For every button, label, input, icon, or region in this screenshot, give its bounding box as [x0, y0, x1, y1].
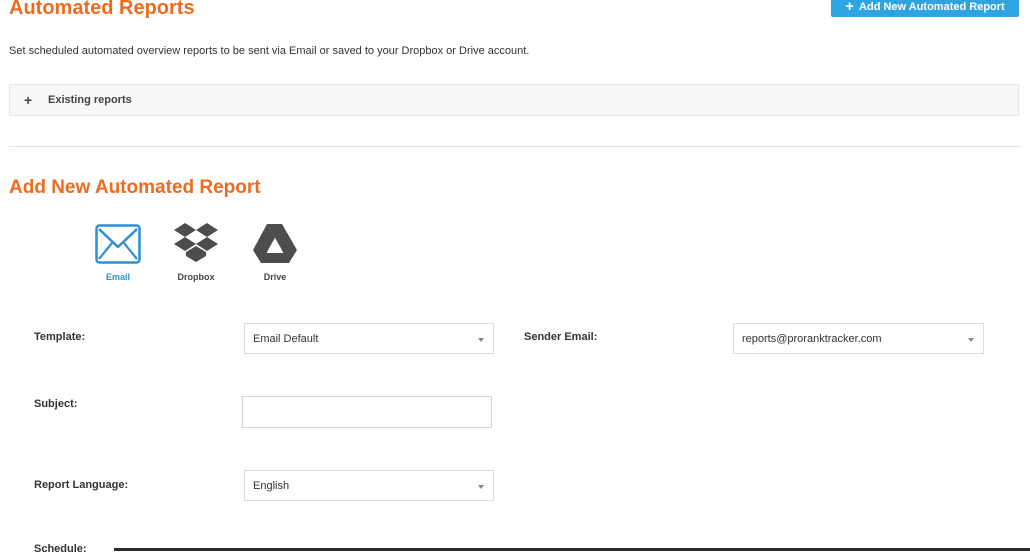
section-divider [9, 146, 1021, 147]
caret-down-icon [478, 485, 484, 489]
page-title: Automated Reports [9, 0, 195, 19]
existing-reports-label: Existing reports [48, 94, 132, 106]
add-button-label: Add New Automated Report [859, 0, 1005, 13]
existing-reports-toggle[interactable]: + Existing reports [9, 84, 1019, 116]
subject-label: Subject: [34, 398, 78, 410]
drive-icon [253, 224, 297, 263]
destination-drive[interactable]: Drive [240, 220, 310, 282]
form-title: Add New Automated Report [9, 177, 261, 198]
add-new-automated-report-button[interactable]: + Add New Automated Report [831, 0, 1019, 17]
destination-email[interactable]: Email [83, 220, 153, 282]
destination-dropbox[interactable]: Dropbox [161, 220, 231, 282]
report-language-value: English [253, 479, 290, 492]
schedule-label: Schedule: [34, 543, 87, 555]
dropbox-icon [174, 223, 218, 262]
destination-label: Email [105, 272, 130, 282]
sender-email-value: reports@proranktracker.com [742, 332, 882, 345]
sender-email-label: Sender Email: [524, 331, 598, 343]
template-label: Template: [34, 331, 86, 343]
report-language-select[interactable]: English [244, 470, 494, 501]
destination-label: Drive [263, 272, 287, 282]
destination-label: Dropbox [177, 272, 215, 282]
report-language-label: Report Language: [34, 479, 129, 491]
page-description: Set scheduled automated overview reports… [9, 45, 530, 57]
template-select-value: Email Default [253, 332, 319, 345]
plus-icon: + [845, 0, 855, 15]
caret-down-icon [968, 338, 974, 342]
caret-down-icon [478, 338, 484, 342]
sender-email-select[interactable]: reports@proranktracker.com [733, 323, 984, 354]
envelope-icon [95, 224, 141, 264]
plus-icon: + [24, 92, 33, 108]
template-select[interactable]: Email Default [244, 323, 494, 354]
subject-input[interactable] [242, 396, 492, 428]
